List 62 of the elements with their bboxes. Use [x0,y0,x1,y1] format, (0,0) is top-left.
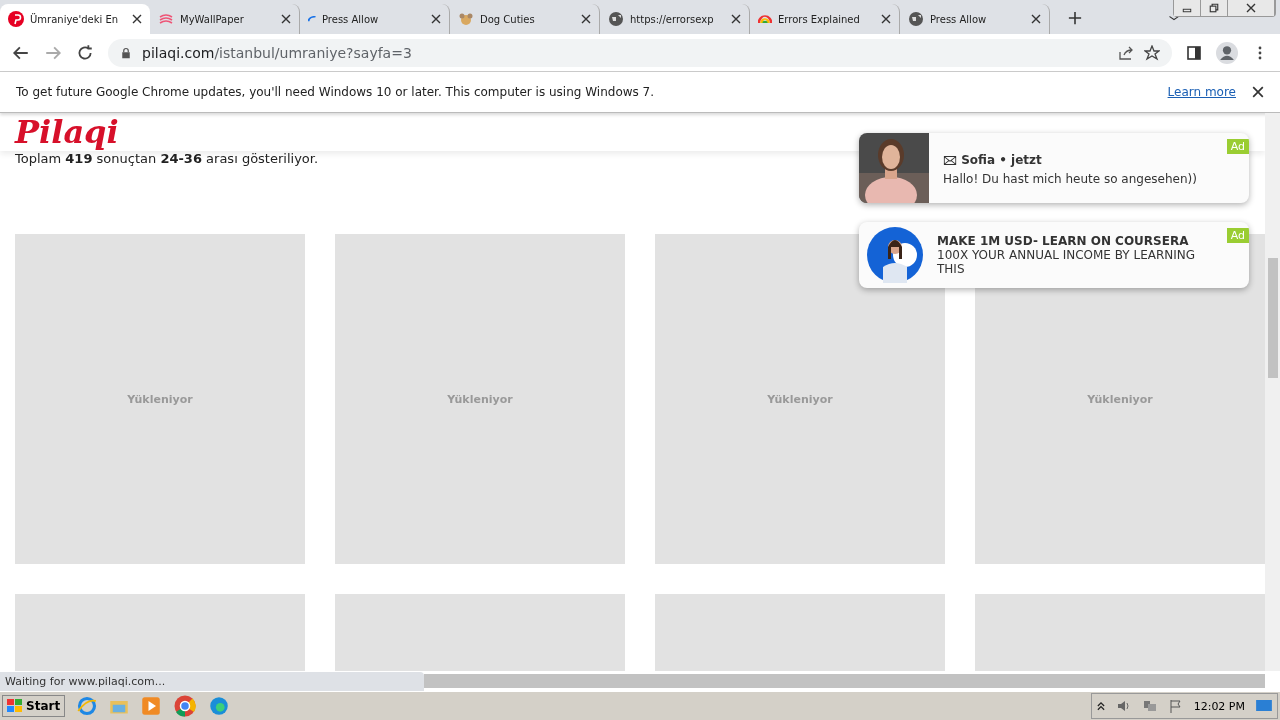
vertical-scrollbar[interactable] [1265,113,1280,671]
pin-logo-icon [8,11,24,27]
browser-tab[interactable]: MyWallPaper [150,4,300,34]
browser-tab[interactable]: Errors Explained [750,4,900,34]
ad-notification[interactable]: 🖂 Sofia • jetzt Hallo! Du hast mich heute so angesehen)) Ad [859,133,1249,203]
share-icon [1118,44,1134,61]
update-message: To get future Google Chrome updates, you'll need Windows 10 or later. This computer is using Windows 7. [16,85,656,99]
flag-icon [1167,698,1184,714]
loading-label: Yükleniyor [1087,392,1153,406]
url-text: pilaqi.com/istanbul/umraniye?sayfa=3 [142,44,412,61]
horizontal-scrollbar[interactable] [424,674,1265,688]
close-icon[interactable] [1252,86,1264,98]
loading-label: Yükleniyor [127,392,193,406]
windows-logo-icon [7,699,23,713]
close-icon[interactable] [581,14,591,24]
close-icon[interactable] [881,14,891,24]
rainbow-icon [758,15,772,23]
close-icon[interactable] [281,14,291,24]
dog-icon [458,11,474,27]
reload-icon [76,43,94,62]
star-icon [1144,44,1160,61]
ad-badge: Ad [1226,228,1249,243]
results-summary: Toplam 419 sonuçtan 24-36 arası gösteriliyor. [15,151,319,166]
close-icon[interactable] [132,14,142,24]
ad-badge: Ad [1226,139,1249,154]
close-icon[interactable] [1031,14,1041,24]
ad-notification[interactable]: MAKE 1M USD- LEARN ON COURSERA 100X YOUR ANNUAL INCOME BY LEARNING THIS Ad [859,222,1249,288]
edge-icon [209,696,230,716]
media-player-icon [141,696,162,716]
clock: 12:02 PM [1193,699,1245,713]
site-logo[interactable]: Pilaqi [15,113,119,151]
start-button[interactable]: Start [2,695,66,717]
close-icon[interactable] [731,14,741,24]
loading-label: Yükleniyor [447,392,513,406]
browser-tab[interactable]: Dog Cuties [450,4,600,34]
ad-title: 🖂 Sofia • jetzt [943,151,1042,169]
loading-label: Yükleniyor [767,392,833,406]
browser-tab[interactable]: Press Allow [300,4,450,34]
chevron-down-icon [1168,15,1180,23]
spinner-icon [308,16,316,22]
close-icon[interactable] [431,14,441,24]
side-panel-icon [1186,44,1202,61]
show-desktop-icon [1255,698,1273,714]
globe-icon [608,11,624,27]
speaker-icon [1115,698,1132,714]
ie-icon [77,696,98,716]
double-chevron-up-icon [1095,701,1106,711]
wave-icon [158,11,174,27]
browser-tab[interactable]: Ümraniye'deki En [0,4,150,34]
learn-more-link[interactable]: Learn more [1167,85,1236,99]
globe-icon [908,11,924,27]
close-icon[interactable] [1246,3,1256,13]
lock-icon [120,46,132,59]
browser-tab[interactable]: https://errorsexp [600,4,750,34]
browser-tab[interactable]: Press Allow [900,4,1050,34]
ad-text: Hallo! Du hast mich heute so angesehen)) [943,171,1197,186]
network-icon [1141,698,1158,714]
restore-icon [1209,3,1219,13]
plus-icon [1068,11,1082,25]
address-bar[interactable]: pilaqi.com/istanbul/umraniye?sayfa=3 [108,38,1172,67]
status-text: Waiting for www.pilaqi.com... [0,671,424,691]
profile-icon [1216,41,1238,64]
